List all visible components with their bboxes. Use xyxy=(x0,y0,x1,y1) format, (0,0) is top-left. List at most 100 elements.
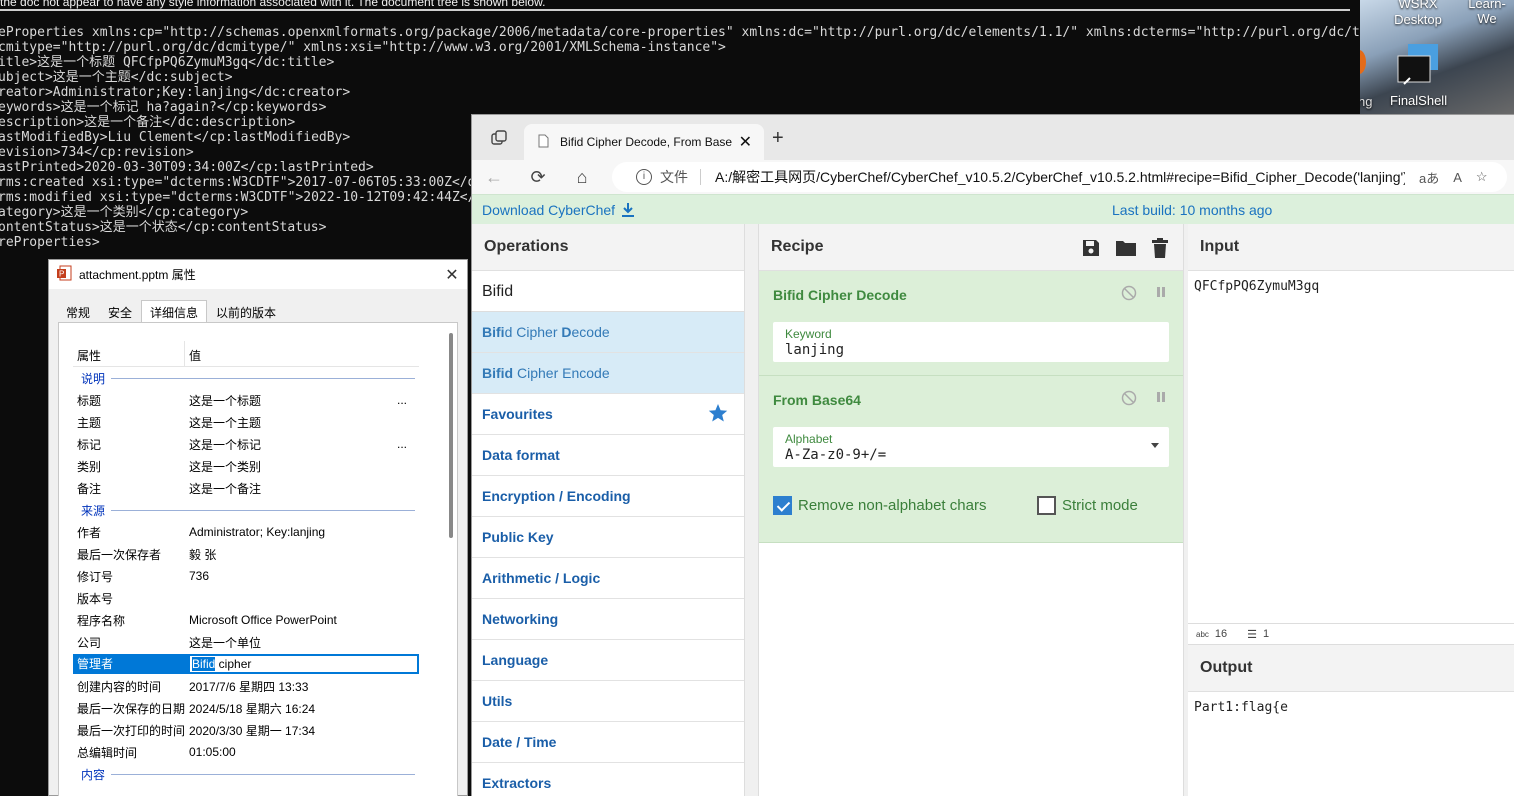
tab-details[interactable]: 详细信息 xyxy=(141,300,208,322)
tab-close-icon[interactable]: ✕ xyxy=(739,132,752,152)
category-label: Language xyxy=(482,652,549,668)
property-name: 标题 xyxy=(77,393,102,408)
operations-title: Operations xyxy=(472,224,744,271)
property-row[interactable]: 最后一次保存者 毅 张 xyxy=(73,543,419,565)
strict-mode-checkbox[interactable]: Strict mode xyxy=(1037,496,1138,515)
home-icon[interactable]: ⌂ xyxy=(560,167,604,188)
property-value-editor[interactable]: Bifid cipher xyxy=(189,654,419,674)
property-group-header[interactable]: 来源 xyxy=(73,499,419,521)
checkbox-checked-icon[interactable] xyxy=(773,496,792,515)
trash-icon[interactable] xyxy=(1151,238,1169,263)
new-tab-button[interactable]: + xyxy=(772,127,784,150)
close-icon[interactable]: ✕ xyxy=(437,265,467,285)
category-favourites[interactable]: Favourites xyxy=(472,394,744,435)
info-icon[interactable]: i xyxy=(636,169,652,185)
category-encryption-encoding[interactable]: Encryption / Encoding xyxy=(472,476,744,517)
property-group-header[interactable]: 内容 xyxy=(73,763,419,785)
address-url[interactable]: A:/解密工具网页/CyberChef/CyberChef_v10.5.2/Cy… xyxy=(715,167,1405,187)
pane-splitter[interactable] xyxy=(745,224,759,796)
desktop-icon-finalshell-label[interactable]: FinalShell xyxy=(1390,93,1447,108)
tab-general[interactable]: 常规 xyxy=(57,300,99,322)
last-build-info[interactable]: Last build: 10 months ago xyxy=(1112,202,1272,218)
op-title: Bifid Cipher Decode xyxy=(773,287,907,303)
favorite-star-icon[interactable]: ☆ xyxy=(1476,169,1488,185)
save-icon[interactable] xyxy=(1081,238,1101,263)
category-public-key[interactable]: Public Key xyxy=(472,517,744,558)
category-utils[interactable]: Utils xyxy=(472,681,744,722)
address-bar[interactable]: i 文件 A:/解密工具网页/CyberChef/CyberChef_v10.5… xyxy=(612,162,1507,192)
property-row[interactable]: 标记 这是一个标记... xyxy=(73,433,419,455)
disable-icon[interactable] xyxy=(1121,390,1137,411)
page-icon xyxy=(536,134,550,151)
pause-icon[interactable] xyxy=(1155,285,1167,306)
category-date-time[interactable]: Date / Time xyxy=(472,722,744,763)
tab-title: Bifid Cipher Decode, From Base6 xyxy=(560,135,732,149)
disable-icon[interactable] xyxy=(1121,285,1137,306)
category-extractors[interactable]: Extractors xyxy=(472,763,744,796)
property-row[interactable]: 版本号 xyxy=(73,587,419,609)
property-value: 2020/3/30 星期一 17:34 xyxy=(189,723,316,738)
scrollbar-thumb[interactable] xyxy=(449,333,453,538)
input-lines: 1 xyxy=(1263,628,1270,640)
category-language[interactable]: Language xyxy=(472,640,744,681)
cyberchef-banner: Download CyberChef Last build: 10 months… xyxy=(472,194,1514,224)
property-name: 管理者 xyxy=(73,654,189,674)
tab-security[interactable]: 安全 xyxy=(99,300,141,322)
result-text: Cipher Encode xyxy=(513,365,610,381)
reader-mode-icon[interactable]: A xyxy=(1453,170,1462,185)
app-icon[interactable] xyxy=(1360,50,1366,74)
property-group-header[interactable]: 说明 xyxy=(73,367,419,389)
op-result-bifid-decode[interactable]: Bifid Cipher Decode xyxy=(472,312,744,353)
tab-actions-icon[interactable] xyxy=(490,129,508,152)
refresh-icon[interactable]: ⟳ xyxy=(516,167,560,188)
category-arithmetic-logic[interactable]: Arithmetic / Logic xyxy=(472,558,744,599)
property-row[interactable]: 最后一次打印的时间 2020/3/30 星期一 17:34 xyxy=(73,719,419,741)
property-row[interactable]: 总编辑时间 01:05:00 xyxy=(73,741,419,763)
property-row[interactable]: 标题 这是一个标题... xyxy=(73,389,419,411)
download-cyberchef-link[interactable]: Download CyberChef xyxy=(482,202,635,218)
property-row[interactable]: 作者 Administrator; Key:lanjing xyxy=(73,521,419,543)
property-row[interactable]: 管理者 Bifid cipher xyxy=(73,653,419,675)
property-name: 公司 xyxy=(77,635,102,650)
more-ellipsis[interactable]: ... xyxy=(397,437,407,451)
op-result-bifid-encode[interactable]: Bifid Cipher Encode xyxy=(472,353,744,394)
desktop-icon-label[interactable]: ng xyxy=(1360,94,1372,109)
checkbox-unchecked-icon[interactable] xyxy=(1037,496,1056,515)
xml-info-bar: the doc not appear to have any style inf… xyxy=(0,0,1350,11)
category-data-format[interactable]: Data format xyxy=(472,435,744,476)
desktop-icon-learn-label[interactable]: Learn-We xyxy=(1460,0,1514,26)
property-row[interactable]: 最后一次保存的日期 2024/5/18 星期六 16:24 xyxy=(73,697,419,719)
property-row[interactable]: 公司 这是一个单位 xyxy=(73,631,419,653)
folder-icon[interactable] xyxy=(1115,238,1137,263)
chevron-down-icon[interactable] xyxy=(1151,443,1159,448)
category-label: Data format xyxy=(482,447,560,463)
column-header-value[interactable]: 值 xyxy=(185,341,201,366)
operations-search-input[interactable]: Bifid xyxy=(472,271,744,312)
property-row[interactable]: 创建内容的时间 2017/7/6 星期四 13:33 xyxy=(73,675,419,697)
more-ellipsis[interactable]: ... xyxy=(397,393,407,407)
category-networking[interactable]: Networking xyxy=(472,599,744,640)
input-textarea[interactable]: QFCfpPQ6ZymuM3gq xyxy=(1188,271,1514,302)
remove-non-alphabet-checkbox[interactable]: Remove non-alphabet chars xyxy=(773,496,986,515)
property-row[interactable]: 程序名称 Microsoft Office PowerPoint xyxy=(73,609,419,631)
scrollbar[interactable] xyxy=(447,333,455,793)
recipe-op-from-base64[interactable]: From Base64 Alphabet A-Za-z0-9+/= Remove… xyxy=(759,376,1183,543)
column-header-property[interactable]: 属性 xyxy=(73,341,185,366)
back-icon[interactable]: ← xyxy=(472,167,516,188)
group-label: 内容 xyxy=(81,767,106,782)
property-row[interactable]: 备注 这是一个备注 xyxy=(73,477,419,499)
read-aloud-icon[interactable]: aあ xyxy=(1419,168,1439,187)
property-row[interactable]: 主题 这是一个主题 xyxy=(73,411,419,433)
browser-tab-cyberchef[interactable]: Bifid Cipher Decode, From Base6 ✕ xyxy=(524,124,764,160)
finalshell-icon[interactable] xyxy=(1396,44,1442,92)
output-textarea[interactable]: Part1:flag{e xyxy=(1188,692,1514,723)
keyword-field[interactable]: Keyword lanjing xyxy=(773,322,1169,362)
property-row[interactable]: 修订号 736 xyxy=(73,565,419,587)
desktop-icon-wsrx-label[interactable]: WSRX Desktop xyxy=(1388,0,1448,28)
tab-previous-versions[interactable]: 以前的版本 xyxy=(207,300,285,322)
match-text: Bifi xyxy=(482,324,505,340)
pause-icon[interactable] xyxy=(1155,390,1167,411)
alphabet-select[interactable]: Alphabet A-Za-z0-9+/= xyxy=(773,427,1169,467)
recipe-op-bifid-decode[interactable]: Bifid Cipher Decode Keyword lanjing xyxy=(759,271,1183,376)
property-row[interactable]: 类别 这是一个类别 xyxy=(73,455,419,477)
